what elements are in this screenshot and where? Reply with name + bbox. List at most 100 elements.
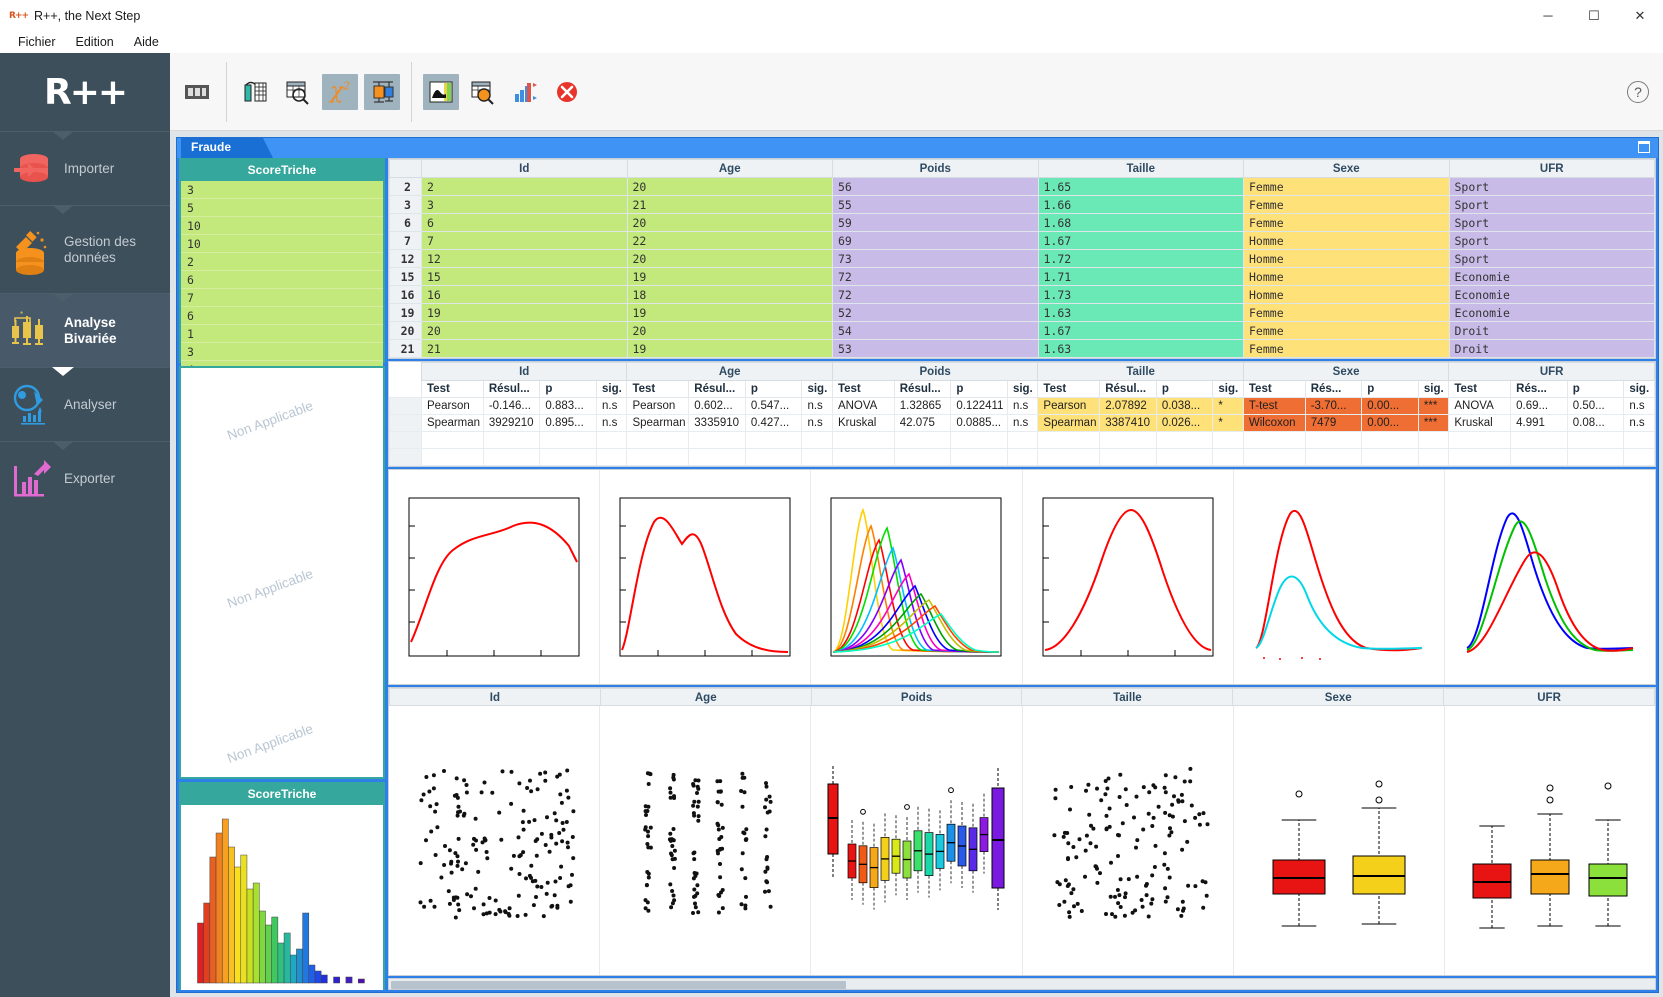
scoretriche-cell[interactable]: 6 bbox=[181, 307, 383, 325]
scoretriche-cell[interactable]: 2 bbox=[181, 253, 383, 271]
data-cell[interactable]: 1.68 bbox=[1037, 213, 1244, 232]
table-row[interactable]: 2 2 20 56 1.65 Femme Sport bbox=[389, 177, 1655, 196]
data-cell[interactable]: Homme bbox=[1243, 285, 1450, 304]
data-cell[interactable]: 20 bbox=[421, 321, 628, 340]
data-cell[interactable]: 20 bbox=[626, 249, 833, 268]
mdi-minimize-button[interactable] bbox=[1638, 141, 1650, 153]
stats-row[interactable]: Pearson -0.146... 0.883... n.s Pearson 0.602.… bbox=[389, 397, 1655, 415]
data-cell[interactable]: 15 bbox=[421, 267, 628, 286]
scoretriche-cell[interactable]: 3 bbox=[181, 181, 383, 199]
maximize-button[interactable]: ☐ bbox=[1571, 0, 1617, 31]
horizontal-scrollbar[interactable] bbox=[388, 978, 1656, 990]
data-cell[interactable]: Femme bbox=[1243, 195, 1450, 214]
scoretriche-cell[interactable]: 3 bbox=[181, 343, 383, 361]
table-row[interactable]: 15 15 19 72 1.71 Homme Economie bbox=[389, 267, 1655, 286]
search-table-icon[interactable] bbox=[465, 74, 501, 110]
data-cell[interactable]: Sport bbox=[1448, 231, 1655, 250]
table-view-icon[interactable] bbox=[179, 74, 215, 110]
minimize-button[interactable]: ─ bbox=[1525, 0, 1571, 31]
sidebar-item-analyser[interactable]: Analyser bbox=[0, 367, 170, 441]
scoretriche-value-list[interactable]: 3510102676134 bbox=[181, 181, 383, 379]
data-cell[interactable]: 1.71 bbox=[1037, 267, 1244, 286]
variable-types-icon[interactable] bbox=[238, 74, 274, 110]
close-analysis-icon[interactable] bbox=[549, 74, 585, 110]
menu-aide[interactable]: Aide bbox=[124, 33, 169, 51]
data-cell[interactable]: Economie bbox=[1448, 303, 1655, 322]
data-cell[interactable]: Sport bbox=[1448, 177, 1655, 196]
data-cell[interactable]: 20 bbox=[626, 177, 833, 196]
data-cell[interactable]: 1.66 bbox=[1037, 195, 1244, 214]
table-row[interactable]: 3 3 21 55 1.66 Femme Sport bbox=[389, 195, 1655, 214]
data-cell[interactable]: 69 bbox=[832, 231, 1039, 250]
stats-row[interactable]: Spearman 3929210 0.895... n.s Spearman 333591… bbox=[389, 414, 1655, 432]
data-cell[interactable]: Droit bbox=[1448, 339, 1655, 358]
data-cell[interactable]: 72 bbox=[832, 267, 1039, 286]
data-cell[interactable]: Sport bbox=[1448, 213, 1655, 232]
data-cell[interactable]: 1.72 bbox=[1037, 249, 1244, 268]
column-header-age[interactable]: Age bbox=[626, 159, 833, 178]
menu-fichier[interactable]: Fichier bbox=[8, 33, 66, 51]
sidebar-item-analyse-bivariee[interactable]: * Analyse Bivariée bbox=[0, 293, 170, 367]
palette-icon[interactable] bbox=[423, 73, 459, 110]
inspect-table-icon[interactable] bbox=[280, 74, 316, 110]
data-cell[interactable]: 1.65 bbox=[1037, 177, 1244, 196]
scoretriche-cell[interactable]: 5 bbox=[181, 199, 383, 217]
data-cell[interactable]: Femme bbox=[1243, 321, 1450, 340]
data-cell[interactable]: 1.67 bbox=[1037, 231, 1244, 250]
bottom-plot-header-taille[interactable]: Taille bbox=[1022, 688, 1234, 706]
bivariate-stats-table[interactable]: Id Age Poids Taille Sexe UFR Test Résul... p sig.… bbox=[389, 362, 1655, 466]
data-cell[interactable]: 16 bbox=[421, 285, 628, 304]
data-cell[interactable]: Economie bbox=[1448, 267, 1655, 286]
data-cell[interactable]: 19 bbox=[626, 303, 833, 322]
data-cell[interactable]: Droit bbox=[1448, 321, 1655, 340]
chi-square-icon[interactable]: χ2 bbox=[322, 73, 358, 110]
column-header-ufr[interactable]: UFR bbox=[1448, 159, 1655, 178]
data-cell[interactable]: 1.67 bbox=[1037, 321, 1244, 340]
table-row[interactable]: 6 6 20 59 1.68 Femme Sport bbox=[389, 213, 1655, 232]
data-cell[interactable]: 3 bbox=[421, 195, 628, 214]
tab-fraude[interactable]: Fraude bbox=[181, 138, 273, 158]
menu-edition[interactable]: Edition bbox=[66, 33, 124, 51]
table-row[interactable]: 20 20 20 54 1.67 Femme Droit bbox=[389, 321, 1655, 340]
data-grid[interactable]: Id Age Poids Taille Sexe UFR 2 2 20 56 1.65 Femme Sp… bbox=[389, 159, 1655, 358]
close-button[interactable]: ✕ bbox=[1617, 0, 1663, 31]
data-cell[interactable]: 20 bbox=[626, 213, 833, 232]
data-cell[interactable]: 22 bbox=[626, 231, 833, 250]
data-cell[interactable]: Femme bbox=[1243, 339, 1450, 358]
bottom-plot-header-ufr[interactable]: UFR bbox=[1444, 688, 1655, 706]
sidebar-item-importer[interactable]: Importer bbox=[0, 131, 170, 205]
column-header-sexe[interactable]: Sexe bbox=[1243, 159, 1450, 178]
data-cell[interactable]: 55 bbox=[832, 195, 1039, 214]
data-cell[interactable]: 54 bbox=[832, 321, 1039, 340]
data-cell[interactable]: 6 bbox=[421, 213, 628, 232]
column-header-taille[interactable]: Taille bbox=[1037, 159, 1244, 178]
data-cell[interactable]: Homme bbox=[1243, 267, 1450, 286]
data-cell[interactable]: 19 bbox=[626, 339, 833, 358]
table-row[interactable]: 21 21 19 53 1.63 Femme Droit bbox=[389, 339, 1655, 358]
bottom-plot-header-sexe[interactable]: Sexe bbox=[1233, 688, 1445, 706]
data-cell[interactable]: Femme bbox=[1243, 303, 1450, 322]
scoretriche-cell[interactable]: 1 bbox=[181, 325, 383, 343]
scoretriche-cell[interactable]: 10 bbox=[181, 235, 383, 253]
bar-chart-icon[interactable] bbox=[507, 74, 543, 110]
boxplot-compare-icon[interactable] bbox=[364, 73, 400, 110]
data-cell[interactable]: 21 bbox=[626, 195, 833, 214]
data-cell[interactable]: Femme bbox=[1243, 177, 1450, 196]
sidebar-item-gestion-donnees[interactable]: Gestion des données bbox=[0, 205, 170, 293]
table-row[interactable]: 16 16 18 72 1.73 Homme Economie bbox=[389, 285, 1655, 304]
data-cell[interactable]: 21 bbox=[421, 339, 628, 358]
scoretriche-cell[interactable]: 6 bbox=[181, 271, 383, 289]
scoretriche-cell[interactable]: 7 bbox=[181, 289, 383, 307]
data-cell[interactable]: Sport bbox=[1448, 249, 1655, 268]
table-row[interactable]: 7 7 22 69 1.67 Homme Sport bbox=[389, 231, 1655, 250]
data-cell[interactable]: 19 bbox=[421, 303, 628, 322]
data-cell[interactable]: Homme bbox=[1243, 231, 1450, 250]
data-cell[interactable]: 20 bbox=[626, 321, 833, 340]
data-cell[interactable]: 72 bbox=[832, 285, 1039, 304]
data-cell[interactable]: 12 bbox=[421, 249, 628, 268]
data-cell[interactable]: 19 bbox=[626, 267, 833, 286]
data-cell[interactable]: 59 bbox=[832, 213, 1039, 232]
table-row[interactable]: 19 19 19 52 1.63 Femme Economie bbox=[389, 303, 1655, 322]
data-cell[interactable]: 52 bbox=[832, 303, 1039, 322]
sidebar-item-exporter[interactable]: Exporter bbox=[0, 441, 170, 515]
